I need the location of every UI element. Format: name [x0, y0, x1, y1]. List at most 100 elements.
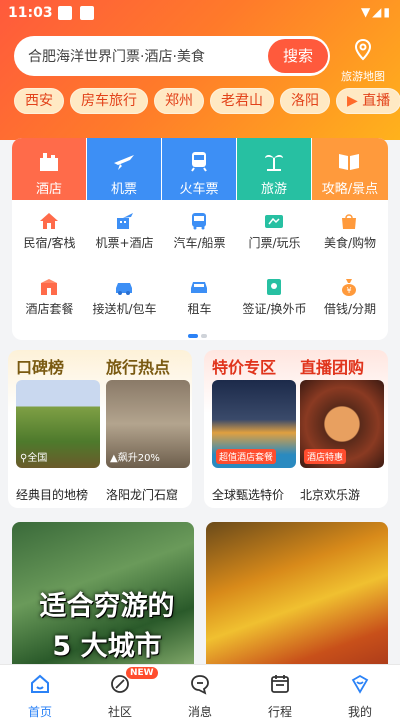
car-icon — [116, 283, 132, 295]
rental-car-icon — [191, 282, 207, 293]
tab-profile[interactable]: 我的 — [320, 665, 400, 720]
live-caption[interactable]: 北京欢乐游 — [300, 486, 360, 503]
destination-image[interactable]: ⚲全国 — [16, 380, 100, 468]
deals-live-card: 特价专区 直播团购 超值酒店套餐 酒店特惠 全球甄选特价 北京欢乐游 — [204, 350, 388, 508]
hot-destination-chips: 西安 房车旅行 郑州 老君山 洛阳 ▶ 直播 — [14, 88, 400, 116]
article-title-line1: 适合穷游的 — [39, 591, 175, 622]
tab-messages-label: 消息 — [187, 705, 212, 719]
train-icon — [191, 152, 207, 172]
system-icons: ▼◢▮ — [360, 5, 392, 19]
chip-laojunshan[interactable]: 老君山 — [210, 88, 274, 114]
autumn-scenery-article[interactable] — [206, 522, 388, 672]
search-placeholder: 合肥海洋世界门票·酒店·美食 — [28, 49, 205, 65]
grid-hotel-package[interactable]: 酒店套餐 — [12, 272, 87, 318]
tab-home[interactable]: 首页 — [0, 665, 80, 720]
notification-icon — [58, 6, 72, 20]
trend-icon: ▲ — [110, 453, 118, 464]
grid-bus-ship-label: 汽车/船票 — [173, 236, 226, 250]
shopping-bag-icon — [342, 214, 356, 229]
grid-train[interactable]: 火车票 — [162, 138, 236, 200]
tab-community-label: 社区 — [107, 705, 132, 719]
hotspot-caption[interactable]: 洛阳龙门石窟 — [106, 486, 178, 503]
deal-tag: 超值酒店套餐 — [216, 449, 277, 464]
home-icon — [31, 674, 49, 693]
deal-caption[interactable]: 全球甄选特价 — [212, 486, 284, 503]
plane-icon — [114, 155, 134, 170]
special-deals-title[interactable]: 特价专区 — [212, 354, 276, 378]
grid-flight[interactable]: 机票 — [87, 138, 161, 200]
hotel-icon — [40, 153, 58, 171]
travel-map-button[interactable]: 旅游地图 — [336, 36, 390, 83]
destination-caption[interactable]: 经典目的地榜 — [16, 486, 88, 503]
bottom-tab-bar: 首页 NEW 社区 消息 行程 我的 — [0, 664, 400, 720]
ticket-icon — [265, 215, 283, 228]
deal-image[interactable]: 超值酒店套餐 — [212, 380, 296, 468]
grid-food-shopping[interactable]: 美食/购物 — [312, 206, 388, 252]
grid-car-rental-label: 租车 — [187, 302, 212, 316]
hotspot-image[interactable]: ▲飙升20% — [106, 380, 190, 468]
svg-text:¥: ¥ — [346, 286, 351, 295]
house-icon — [40, 213, 58, 229]
visa-icon — [267, 279, 281, 295]
grid-visa[interactable]: 签证/换外币 — [237, 272, 312, 318]
grid-visa-label: 签证/换外币 — [242, 302, 307, 316]
palm-tree-icon — [265, 154, 283, 171]
status-bar: 11:03 ▼◢▮ — [0, 0, 400, 28]
service-grid: 酒店 机票 火车票 旅游 攻略/景点 民宿/客栈 机票+酒店 汽车/船票 门票/… — [12, 138, 388, 340]
grid-guide-label: 攻略/景点 — [321, 182, 379, 197]
grid-airport-transfer[interactable]: 接送机/包车 — [87, 272, 162, 318]
budget-travel-article[interactable]: 适合穷游的 5 大城市 — [12, 522, 194, 672]
tab-community[interactable]: NEW 社区 — [80, 665, 160, 720]
article-title-line2: 5 大城市 — [52, 631, 162, 662]
bus-icon — [192, 213, 206, 230]
grid-car-rental[interactable]: 租车 — [162, 272, 237, 318]
hotspot-tag: ▲飙升20% — [110, 453, 160, 464]
notification-icon — [80, 6, 94, 20]
tab-itinerary[interactable]: 行程 — [240, 665, 320, 720]
chip-live[interactable]: ▶ 直播 — [336, 88, 400, 114]
grid-loans[interactable]: ¥ 借钱/分期 — [312, 272, 388, 318]
grid-tourism[interactable]: 旅游 — [237, 138, 311, 200]
video-icon: ▶ — [347, 93, 363, 109]
profile-icon — [351, 674, 369, 694]
message-icon — [191, 675, 209, 695]
chip-xian[interactable]: 西安 — [14, 88, 64, 114]
grid-hotel-label: 酒店 — [35, 182, 62, 197]
grid-homestay-label: 民宿/客栈 — [23, 236, 76, 250]
chip-rv-travel[interactable]: 房车旅行 — [70, 88, 148, 114]
grid-tickets[interactable]: 门票/玩乐 — [237, 206, 312, 252]
grid-loans-label: 借钱/分期 — [323, 302, 377, 316]
plane-hotel-icon — [117, 213, 133, 229]
live-tag: 酒店特惠 — [304, 449, 347, 464]
grid-train-label: 火车票 — [179, 182, 219, 197]
search-button[interactable]: 搜索 — [268, 39, 328, 73]
hotel-package-icon — [41, 279, 57, 295]
live-image[interactable]: 酒店特惠 — [300, 380, 384, 468]
new-badge: NEW — [126, 667, 158, 679]
search-bar[interactable]: 合肥海洋世界门票·酒店·美食 搜索 — [14, 36, 330, 76]
grid-flight-label: 机票 — [110, 182, 137, 197]
map-pin-icon — [354, 38, 372, 61]
grid-bus-ship[interactable]: 汽车/船票 — [162, 206, 237, 252]
reputation-list-title[interactable]: 口碑榜 — [16, 354, 64, 378]
tab-messages[interactable]: 消息 — [160, 665, 240, 720]
grid-food-shopping-label: 美食/购物 — [323, 236, 377, 250]
page-dot-active — [188, 334, 198, 338]
grid-flight-hotel[interactable]: 机票+酒店 — [87, 206, 162, 252]
chip-luoyang[interactable]: 洛阳 — [280, 88, 330, 114]
status-time: 11:03 — [8, 5, 53, 21]
grid-flight-hotel-label: 机票+酒店 — [95, 236, 154, 250]
grid-hotel[interactable]: 酒店 — [12, 138, 86, 200]
travel-hotspot-title[interactable]: 旅行热点 — [106, 354, 170, 378]
chip-zhengzhou[interactable]: 郑州 — [154, 88, 204, 114]
grid-tourism-label: 旅游 — [260, 182, 287, 197]
grid-guide[interactable]: 攻略/景点 — [312, 138, 388, 200]
money-bag-icon: ¥ — [342, 279, 356, 296]
destination-tag: ⚲全国 — [20, 453, 48, 464]
grid-homestay[interactable]: 民宿/客栈 — [12, 206, 87, 252]
reputation-hotspot-card: 口碑榜 旅行热点 ⚲全国 ▲飙升20% 经典目的地榜 洛阳龙门石窟 — [8, 350, 192, 508]
tab-home-label: 首页 — [27, 705, 52, 719]
live-group-buy-title[interactable]: 直播团购 — [300, 354, 364, 378]
chip-live-label: 直播 — [362, 93, 391, 109]
itinerary-icon — [271, 675, 289, 693]
